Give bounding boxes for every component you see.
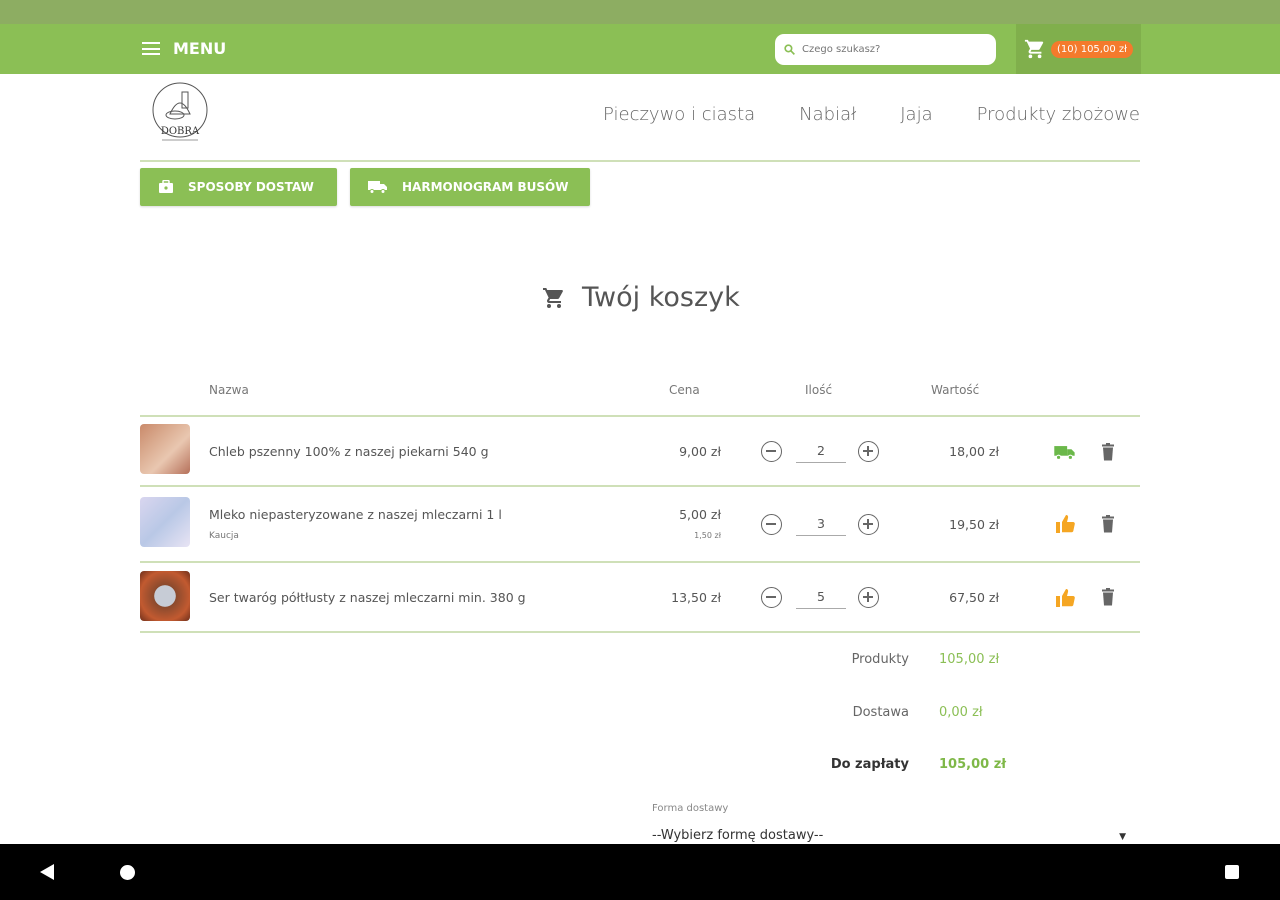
product-price: 5,00 zł xyxy=(679,507,721,522)
table-row: Mleko niepasteryzowane z naszej mleczarn… xyxy=(140,489,1140,563)
deposit-price: 1,50 zł xyxy=(694,531,721,540)
product-name[interactable]: Ser twaróg półtłusty z naszej mleczarni … xyxy=(209,590,526,605)
header: DOBRA Pieczywo i ciasta Nabiał Jaja Prod… xyxy=(140,74,1140,162)
summary-total-value: 105,00 zł xyxy=(939,757,1007,772)
trash-icon[interactable] xyxy=(1101,515,1115,533)
table-row: Ser twaróg półtłusty z naszej mleczarni … xyxy=(140,565,1140,633)
page-title-text: Twój koszyk xyxy=(582,282,740,313)
line-total: 18,00 zł xyxy=(949,444,999,459)
cart-icon xyxy=(543,287,563,308)
cart-badge: (10) 105,00 zł xyxy=(1051,40,1133,58)
increase-qty-button[interactable] xyxy=(858,441,879,462)
trash-icon[interactable] xyxy=(1101,588,1115,606)
nav-item-bread[interactable]: Pieczywo i ciasta xyxy=(603,104,755,125)
truck-icon xyxy=(368,181,387,194)
home-icon[interactable] xyxy=(120,865,135,880)
summary-products-label: Produkty xyxy=(851,652,909,667)
summary-delivery-label: Dostawa xyxy=(852,705,909,720)
nav-item-dairy[interactable]: Nabiał xyxy=(799,104,856,125)
trash-icon[interactable] xyxy=(1101,443,1115,461)
summary-delivery-value: 0,00 zł xyxy=(939,705,983,720)
back-icon[interactable] xyxy=(40,864,54,880)
decrease-qty-button[interactable] xyxy=(761,441,782,462)
search-box[interactable] xyxy=(775,34,996,65)
briefcase-icon xyxy=(159,180,173,193)
product-name[interactable]: Mleko niepasteryzowane z naszej mleczarn… xyxy=(209,507,502,522)
thumbs-up-icon xyxy=(1056,515,1075,533)
bus-schedule-label: HARMONOGRAM BUSÓW xyxy=(402,180,569,194)
column-header-name: Nazwa xyxy=(209,383,249,397)
product-image[interactable] xyxy=(140,497,190,547)
summary-products-value: 105,00 zł xyxy=(939,652,1000,667)
line-total: 19,50 zł xyxy=(949,517,999,532)
page-title: Twój koszyk xyxy=(542,282,740,313)
top-bar: MENU (10) 105,00 zł xyxy=(0,24,1280,74)
cart-button[interactable]: (10) 105,00 zł xyxy=(1016,24,1141,74)
menu-button[interactable]: MENU xyxy=(142,39,226,58)
delivery-form-label: Forma dostawy xyxy=(652,803,729,814)
product-price: 13,50 zł xyxy=(671,590,721,605)
summary-total-label: Do zapłaty xyxy=(830,757,909,772)
delivery-methods-button[interactable]: SPOSOBY DOSTAW xyxy=(140,168,337,206)
delivery-methods-label: SPOSOBY DOSTAW xyxy=(188,180,314,194)
search-input[interactable] xyxy=(802,44,982,55)
hamburger-icon xyxy=(142,42,160,55)
cart-icon xyxy=(1024,39,1044,59)
nav-item-eggs[interactable]: Jaja xyxy=(900,104,932,125)
thumbs-up-icon xyxy=(1056,589,1075,607)
line-total: 67,50 zł xyxy=(949,590,999,605)
quantity-input[interactable] xyxy=(796,585,846,609)
truck-icon xyxy=(1054,446,1075,460)
column-header-value: Wartość xyxy=(931,383,980,397)
status-bar xyxy=(0,0,1280,24)
decrease-qty-button[interactable] xyxy=(761,587,782,608)
recent-apps-icon[interactable] xyxy=(1225,865,1239,879)
search-icon xyxy=(784,44,795,55)
nav-item-grains[interactable]: Produkty zbożowe xyxy=(977,104,1140,125)
menu-label: MENU xyxy=(173,39,227,58)
android-nav-bar xyxy=(0,844,1280,900)
product-price: 9,00 zł xyxy=(679,444,721,459)
product-image[interactable] xyxy=(140,424,190,474)
increase-qty-button[interactable] xyxy=(858,587,879,608)
main-nav: Pieczywo i ciasta Nabiał Jaja Produkty z… xyxy=(603,104,1140,125)
decrease-qty-button[interactable] xyxy=(761,514,782,535)
quantity-input[interactable] xyxy=(796,512,846,536)
bus-schedule-button[interactable]: HARMONOGRAM BUSÓW xyxy=(350,168,590,206)
column-header-qty: Ilość xyxy=(805,383,833,397)
product-name[interactable]: Chleb pszenny 100% z naszej piekarni 540… xyxy=(209,444,489,459)
table-row: Chleb pszenny 100% z naszej piekarni 540… xyxy=(140,417,1140,487)
column-header-price: Cena xyxy=(669,383,700,397)
increase-qty-button[interactable] xyxy=(858,514,879,535)
quantity-input[interactable] xyxy=(796,439,846,463)
product-image[interactable] xyxy=(140,571,190,621)
logo[interactable]: DOBRA xyxy=(148,82,212,148)
deposit-label: Kaucja xyxy=(209,531,239,541)
logo-text: DOBRA xyxy=(161,126,200,137)
